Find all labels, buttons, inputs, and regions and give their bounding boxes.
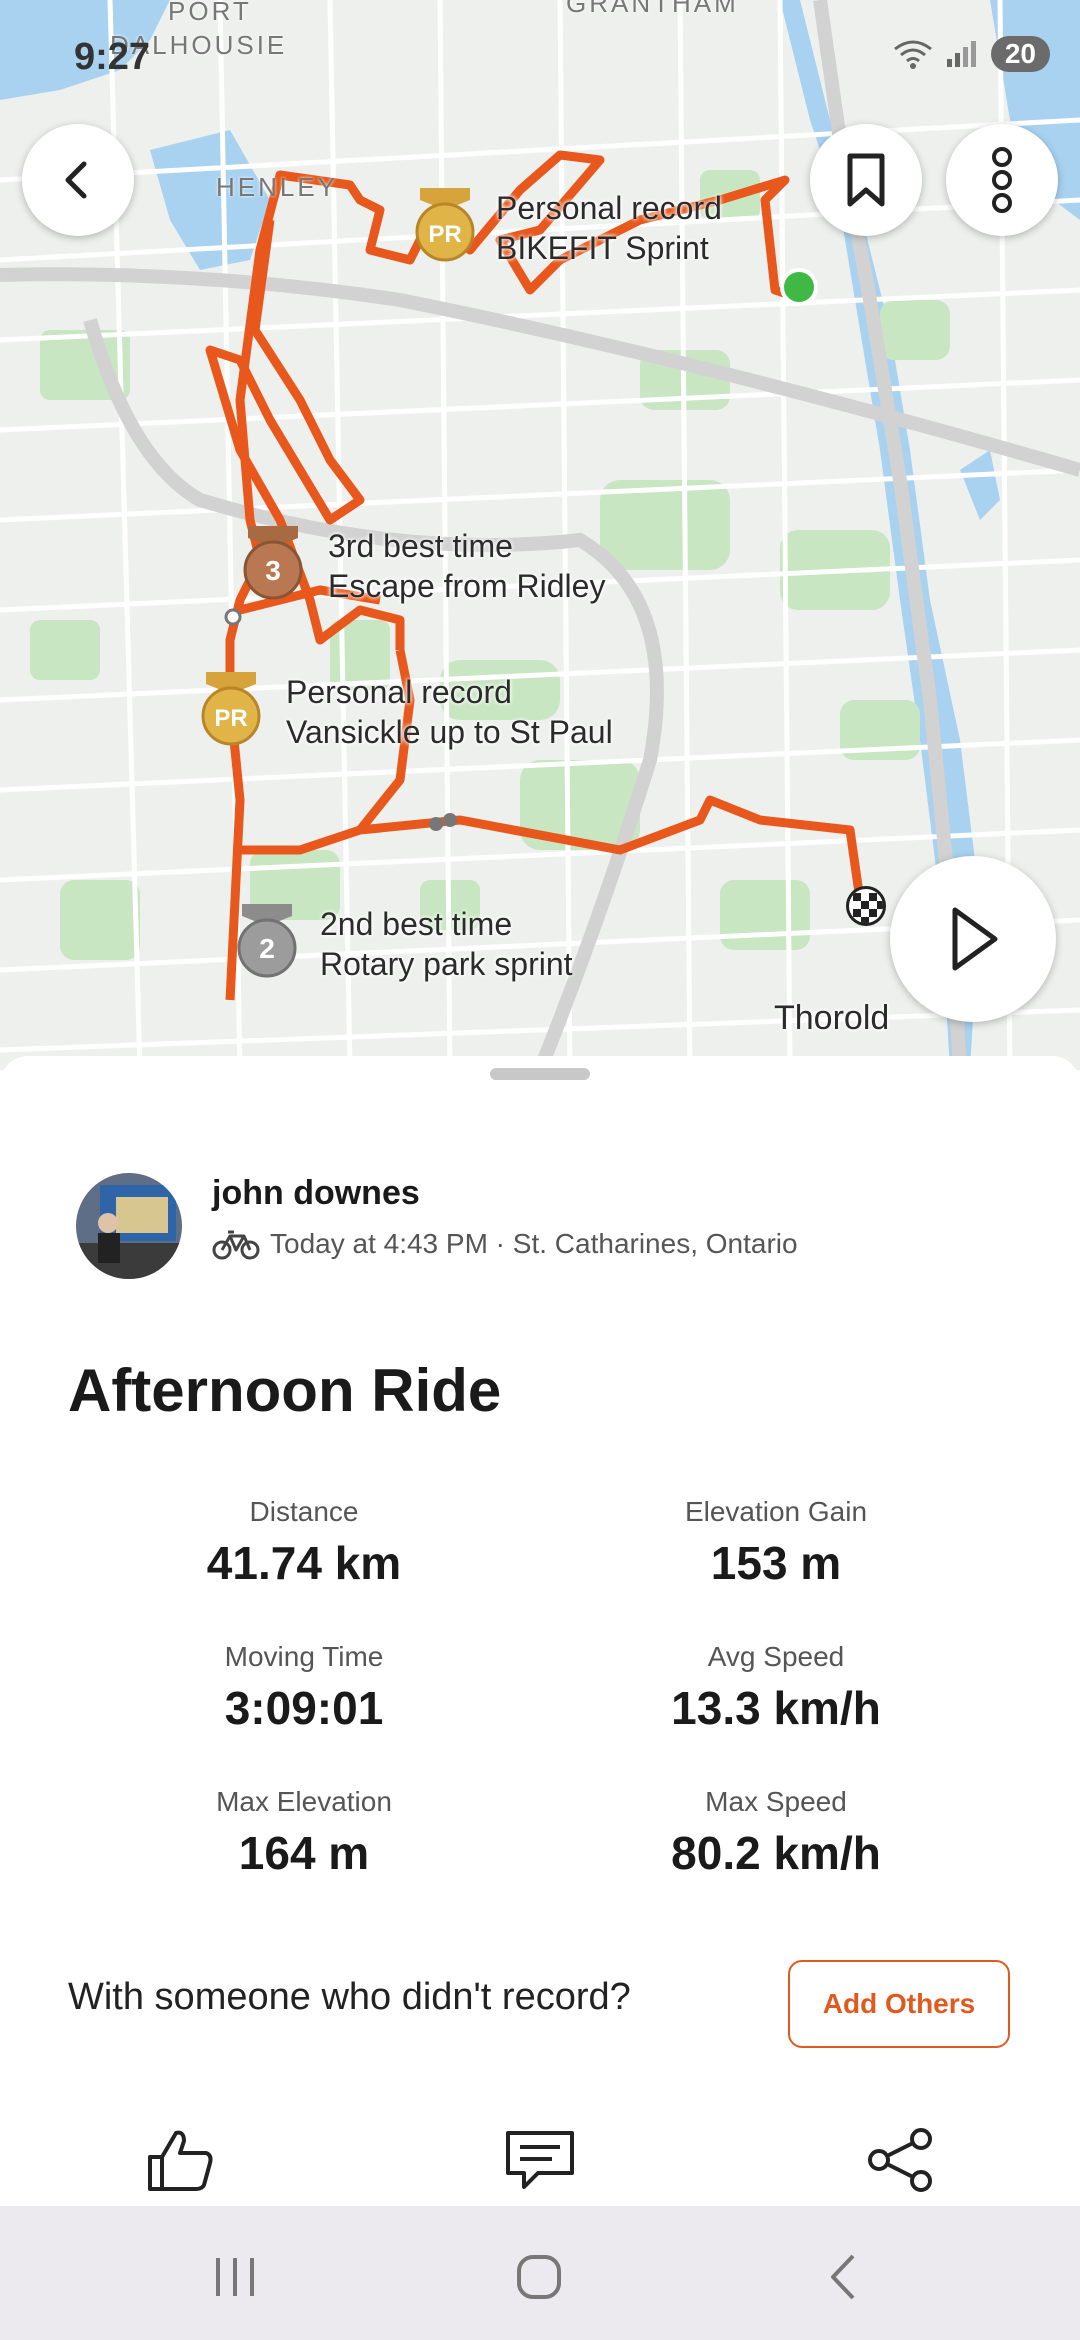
stat-max-elevation: Max Elevation 164 m (94, 1786, 514, 1880)
comment-icon (506, 2131, 574, 2189)
activity-details-sheet: john downes Today at 4:43 PM · St. Catha… (0, 1056, 1080, 2206)
stat-label: Distance (249, 1496, 359, 1527)
activity-map[interactable]: PORT DALHOUSIE GRANTHAM HENLEY Thorold P… (0, 0, 1080, 1070)
segment-name: Escape from Ridley (328, 568, 606, 604)
pr-medal-icon: PR (415, 188, 475, 262)
activity-meta: Today at 4:43 PM · St. Catharines, Ontar… (212, 1228, 798, 1260)
segment-name: Rotary park sprint (320, 946, 573, 982)
stat-label: Avg Speed (707, 1641, 845, 1672)
sheet-drag-handle[interactable] (490, 1068, 590, 1080)
system-navigation-bar (0, 2206, 1080, 2340)
segment-achievement: 2nd best time (320, 906, 513, 942)
home-button[interactable] (504, 2242, 574, 2312)
segment-achievement: Personal record (496, 190, 722, 226)
share-button[interactable] (860, 2120, 940, 2200)
stat-label: Max Speed (705, 1786, 847, 1817)
stat-elevation-gain: Elevation Gain 153 m (566, 1496, 986, 1590)
place-label: HENLEY (216, 172, 339, 202)
signal-icon (946, 41, 976, 67)
stat-moving-time: Moving Time 3:09:01 (94, 1641, 514, 1735)
segment-label[interactable]: 3rd best time Escape from Ridley (328, 526, 605, 606)
segment-achievement: Personal record (286, 674, 512, 710)
play-icon (952, 907, 998, 971)
svg-text:PR: PR (214, 705, 247, 732)
stat-distance: Distance 41.74 km (94, 1496, 514, 1590)
bike-icon (212, 1230, 260, 1260)
stat-avg-speed: Avg Speed 13.3 km/h (566, 1641, 986, 1735)
bronze-medal-icon: 3 (243, 526, 303, 600)
silver-medal-icon: 2 (237, 904, 297, 978)
more-vertical-icon (992, 147, 1012, 213)
recent-apps-icon (216, 2258, 254, 2296)
svg-text:PR: PR (428, 221, 461, 248)
finish-marker (846, 886, 886, 926)
stat-label: Moving Time (224, 1641, 384, 1672)
add-others-prompt: With someone who didn't record? (68, 1976, 631, 2018)
svg-text:2: 2 (259, 933, 275, 964)
kudos-button[interactable] (140, 2120, 220, 2200)
stat-value: 41.74 km (206, 1537, 402, 1589)
activity-title: Afternoon Ride (68, 1357, 502, 1424)
stat-value: 80.2 km/h (671, 1827, 881, 1879)
home-icon (517, 2255, 561, 2299)
svg-text:3: 3 (265, 555, 281, 586)
activity-time-location: Today at 4:43 PM · St. Catharines, Ontar… (270, 1228, 798, 1259)
place-label-thorold: Thorold (774, 999, 890, 1037)
comment-button[interactable] (500, 2120, 580, 2200)
play-flyover-button[interactable] (890, 856, 1056, 1022)
stat-label: Max Elevation (216, 1786, 392, 1817)
stat-value: 164 m (238, 1827, 370, 1879)
bookmark-button[interactable] (810, 124, 922, 236)
stat-value: 153 m (710, 1537, 842, 1589)
segment-achievement: 3rd best time (328, 528, 513, 564)
chevron-left-icon (65, 161, 87, 199)
place-label: PORT (168, 0, 252, 26)
athlete-name[interactable]: john downes (212, 1174, 420, 1213)
add-others-button[interactable]: Add Others (788, 1960, 1010, 2048)
thumbs-up-icon (148, 2130, 213, 2191)
wifi-icon (893, 40, 932, 69)
segment-name: Vansickle up to St Paul (286, 714, 613, 750)
battery-indicator: 20 (990, 36, 1050, 72)
status-icons: 20 (893, 36, 1050, 72)
segment-label[interactable]: Personal record Vansickle up to St Paul (286, 672, 613, 752)
more-options-button[interactable] (946, 124, 1058, 236)
stat-label: Elevation Gain (684, 1496, 868, 1527)
system-back-button[interactable] (808, 2242, 878, 2312)
back-arrow-icon (831, 2254, 855, 2300)
back-button[interactable] (22, 124, 134, 236)
bookmark-icon (847, 153, 885, 207)
share-icon (868, 2128, 932, 2192)
recent-apps-button[interactable] (200, 2242, 270, 2312)
segment-label[interactable]: 2nd best time Rotary park sprint (320, 904, 573, 984)
segment-label[interactable]: Personal record BIKEFIT Sprint (496, 188, 722, 268)
start-marker (780, 268, 818, 306)
place-label: GRANTHAM (566, 0, 739, 18)
stat-max-speed: Max Speed 80.2 km/h (566, 1786, 986, 1880)
pr-medal-icon: PR (201, 672, 261, 746)
stat-value: 13.3 km/h (671, 1682, 881, 1734)
segment-name: BIKEFIT Sprint (496, 230, 709, 266)
athlete-avatar[interactable] (76, 1173, 182, 1279)
stat-value: 3:09:01 (224, 1682, 384, 1734)
status-time: 9:27 (74, 36, 151, 78)
